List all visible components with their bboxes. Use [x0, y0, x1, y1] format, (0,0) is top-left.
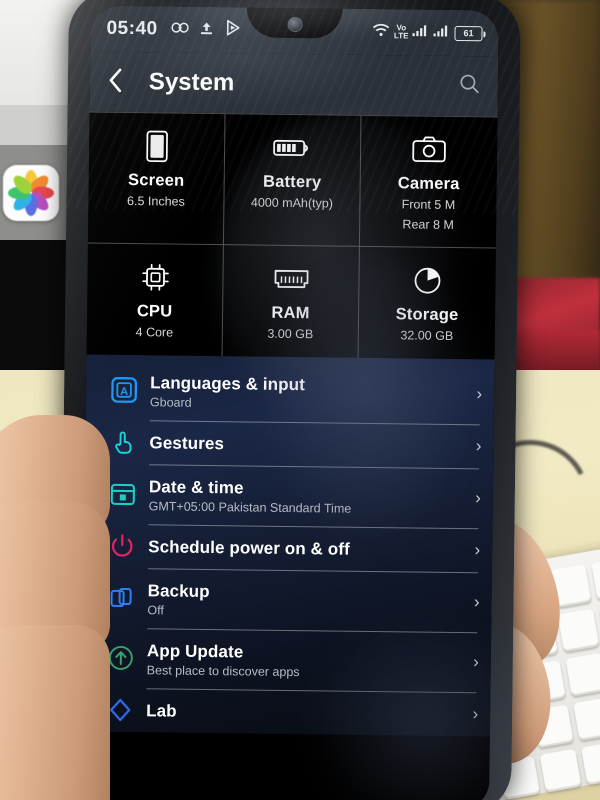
photos-app-icon [3, 165, 59, 221]
list-item-gestures[interactable]: Gestures › [85, 420, 493, 468]
list-item-text: Lab [146, 689, 465, 736]
list-item-subtitle: Gboard [149, 394, 192, 410]
signal-icon-1 [412, 23, 429, 41]
spec-sub-1: Front 5 M [401, 197, 456, 213]
screen-icon [93, 129, 220, 165]
spec-sub-1: 6.5 Inches [127, 193, 185, 209]
signal-icon-2 [433, 24, 450, 42]
volte-icon: Vo LTE [393, 23, 409, 41]
chevron-right-icon: › [472, 704, 479, 724]
battery-icon: 61 [454, 25, 483, 41]
notch [246, 7, 343, 39]
status-bar-clock: 05:40 [106, 17, 158, 40]
keyboard-key [539, 748, 582, 793]
front-camera-icon [287, 16, 303, 32]
list-item-app-update[interactable]: App Update Best place to discover apps › [83, 628, 492, 692]
bottom-fade [81, 745, 490, 800]
list-item-schedule-power[interactable]: Schedule power on & off › [84, 524, 492, 572]
chevron-right-icon: › [475, 488, 481, 508]
list-item-subtitle: Off [147, 602, 164, 617]
spec-cell-battery[interactable]: Battery 4000 mAh(typ) [223, 114, 362, 247]
cpu-icon [91, 260, 218, 296]
spec-label: Battery [262, 172, 322, 192]
list-item-text: App Update Best place to discover apps [146, 629, 465, 692]
spec-cell-cpu[interactable]: CPU 4 Core [86, 243, 224, 356]
list-item-title: Date & time [148, 476, 244, 497]
list-item-subtitle: Best place to discover apps [146, 662, 300, 679]
list-item-title: Gestures [149, 432, 225, 453]
spec-label: Storage [395, 305, 459, 325]
list-item-lab[interactable]: Lab › [82, 688, 490, 736]
battery-percent-label: 61 [463, 28, 474, 39]
finger [0, 625, 110, 800]
list-item-title: Backup [147, 580, 210, 601]
svg-text:A: A [120, 386, 128, 398]
chevron-right-icon: › [473, 652, 479, 672]
spec-cell-screen[interactable]: Screen 6.5 Inches [87, 112, 226, 246]
upload-icon [200, 20, 214, 39]
phone-device: 05:40 Vo LTE 61 System Screen 6.5 Inches… [59, 0, 521, 800]
keyboard-key [580, 741, 600, 786]
storage-icon [363, 263, 491, 299]
spec-label: RAM [271, 303, 310, 323]
ram-icon [227, 261, 354, 297]
battery-icon [229, 130, 356, 166]
spec-label: Camera [397, 174, 460, 194]
keyboard-key [565, 652, 600, 697]
spec-label: CPU [136, 302, 173, 321]
chevron-right-icon: › [476, 384, 483, 404]
status-bar-left-icons [171, 19, 242, 42]
phone-screen: 05:40 Vo LTE 61 System Screen 6.5 Inches… [81, 5, 499, 800]
list-item-title: App Update [146, 640, 244, 661]
page-title: System [148, 68, 235, 97]
list-item-text: Backup Off [147, 569, 466, 632]
wifi-icon [373, 22, 390, 41]
hand [0, 415, 120, 800]
play-store-icon [225, 19, 242, 41]
list-item-text: Languages & input Gboard [150, 361, 469, 424]
spec-cell-ram[interactable]: RAM 3.00 GB [222, 245, 360, 358]
volte-line-2: LTE [393, 31, 409, 41]
spec-cell-storage[interactable]: Storage 32.00 GB [359, 247, 496, 359]
spec-sub-2: Rear 8 M [402, 216, 454, 232]
list-item-title: Lab [146, 700, 177, 721]
list-item-text: Date & time GMT+05:00 Pakistan Standard … [149, 465, 468, 528]
list-item-date-time[interactable]: Date & time GMT+05:00 Pakistan Standard … [85, 464, 494, 528]
settings-list: A Languages & input Gboard › Gestures › [81, 354, 495, 800]
spec-cell-camera[interactable]: Camera Front 5 M Rear 8 M [359, 115, 498, 249]
back-chevron-icon[interactable] [108, 67, 123, 96]
keyboard-key [573, 697, 600, 741]
list-item-subtitle: GMT+05:00 Pakistan Standard Time [148, 498, 352, 516]
status-bar-right-icons: Vo LTE 61 [373, 22, 483, 42]
spec-sub-1: 4 Core [135, 325, 174, 340]
list-item-title: Languages & input [150, 372, 306, 394]
keyboard-key [591, 556, 600, 601]
spec-sub-1: 3.00 GB [267, 326, 314, 342]
chevron-right-icon: › [474, 540, 481, 560]
chevron-right-icon: › [473, 592, 480, 612]
spec-sub-1: 4000 mAh(typ) [250, 195, 333, 211]
list-item-title: Schedule power on & off [148, 536, 350, 559]
list-item-languages-input[interactable]: A Languages & input Gboard › [86, 360, 495, 424]
app-bar: System [89, 51, 499, 117]
list-item-text: Gestures [149, 421, 468, 468]
hardware-spec-grid: Screen 6.5 Inches Battery 4000 mAh(typ) … [86, 111, 498, 359]
camera-icon [365, 132, 493, 168]
language-input-icon: A [98, 377, 150, 404]
list-item-backup[interactable]: Backup Off › [83, 568, 492, 632]
chevron-right-icon: › [475, 436, 482, 456]
list-item-text: Schedule power on & off [148, 525, 467, 572]
game-controller-icon [171, 21, 189, 39]
status-bar: 05:40 Vo LTE 61 [90, 5, 499, 57]
spec-sub-1: 32.00 GB [400, 328, 454, 343]
spec-label: Screen [127, 171, 185, 190]
search-icon[interactable] [459, 73, 480, 99]
keyboard-key [557, 608, 600, 653]
